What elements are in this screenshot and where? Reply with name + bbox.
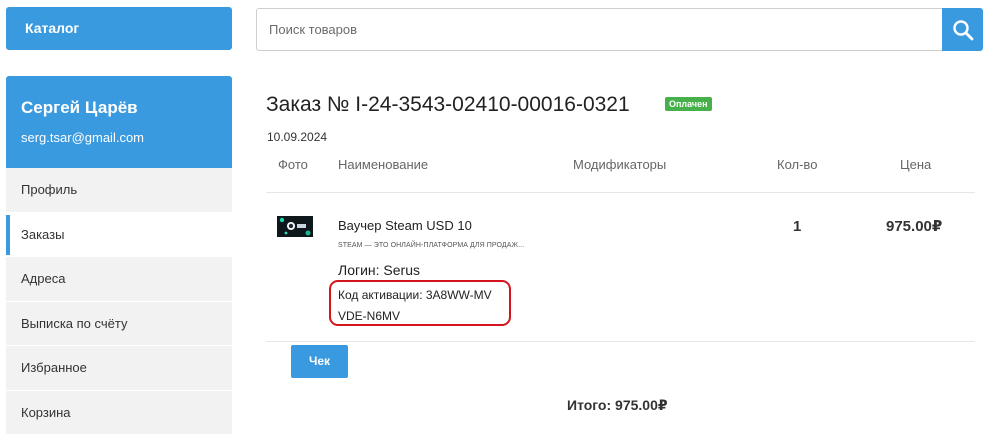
receipt-button[interactable]: Чек — [291, 345, 348, 378]
sidebar-menu: Профиль Заказы Адреса Выписка по счёту И… — [6, 168, 232, 435]
sidebar-item-cart[interactable]: Корзина — [6, 390, 232, 435]
search-icon — [952, 19, 973, 40]
catalog-button[interactable]: Каталог — [6, 7, 232, 50]
sidebar-item-addresses[interactable]: Адреса — [6, 257, 232, 302]
order-total: Итого: 975.00₽ — [567, 397, 668, 413]
divider — [266, 192, 975, 193]
column-header-name: Наименование — [338, 157, 429, 172]
item-quantity: 1 — [793, 218, 802, 235]
user-name: Сергей Царёв — [21, 98, 138, 117]
search-bar — [256, 8, 983, 51]
divider — [266, 341, 975, 342]
order-date: 10.09.2024 — [267, 130, 328, 144]
search-input[interactable] — [256, 8, 942, 51]
sidebar-item-favorites[interactable]: Избранное — [6, 346, 232, 391]
sidebar-item-orders[interactable]: Заказы — [6, 212, 232, 257]
sidebar-item-profile[interactable]: Профиль — [6, 168, 232, 213]
user-email: serg.tsar@gmail.com — [21, 130, 145, 145]
product-thumbnail[interactable] — [277, 216, 313, 237]
column-header-modifiers: Модификаторы — [573, 157, 667, 172]
item-price: 975.00₽ — [886, 218, 943, 235]
column-header-photo: Фото — [278, 157, 308, 172]
search-button[interactable] — [942, 8, 983, 51]
product-description: STEAM — ЭТО ОНЛАЙН-ПЛАТФОРМА ДЛЯ ПРОДАЖ.… — [338, 242, 525, 249]
product-name[interactable]: Ваучер Steam USD 10 — [338, 218, 472, 233]
account-login: Логин: Serus — [338, 262, 420, 278]
column-header-price: Цена — [900, 157, 932, 172]
steam-card-image — [277, 216, 313, 237]
column-header-qty: Кол-во — [777, 157, 818, 172]
sidebar-item-statement[interactable]: Выписка по счёту — [6, 301, 232, 346]
highlight-annotation — [329, 280, 511, 326]
user-card: Сергей Царёв serg.tsar@gmail.com — [6, 76, 232, 168]
status-badge: Оплачен — [665, 97, 712, 111]
order-title: Заказ № I-24-3543-02410-00016-0321 — [266, 93, 630, 116]
